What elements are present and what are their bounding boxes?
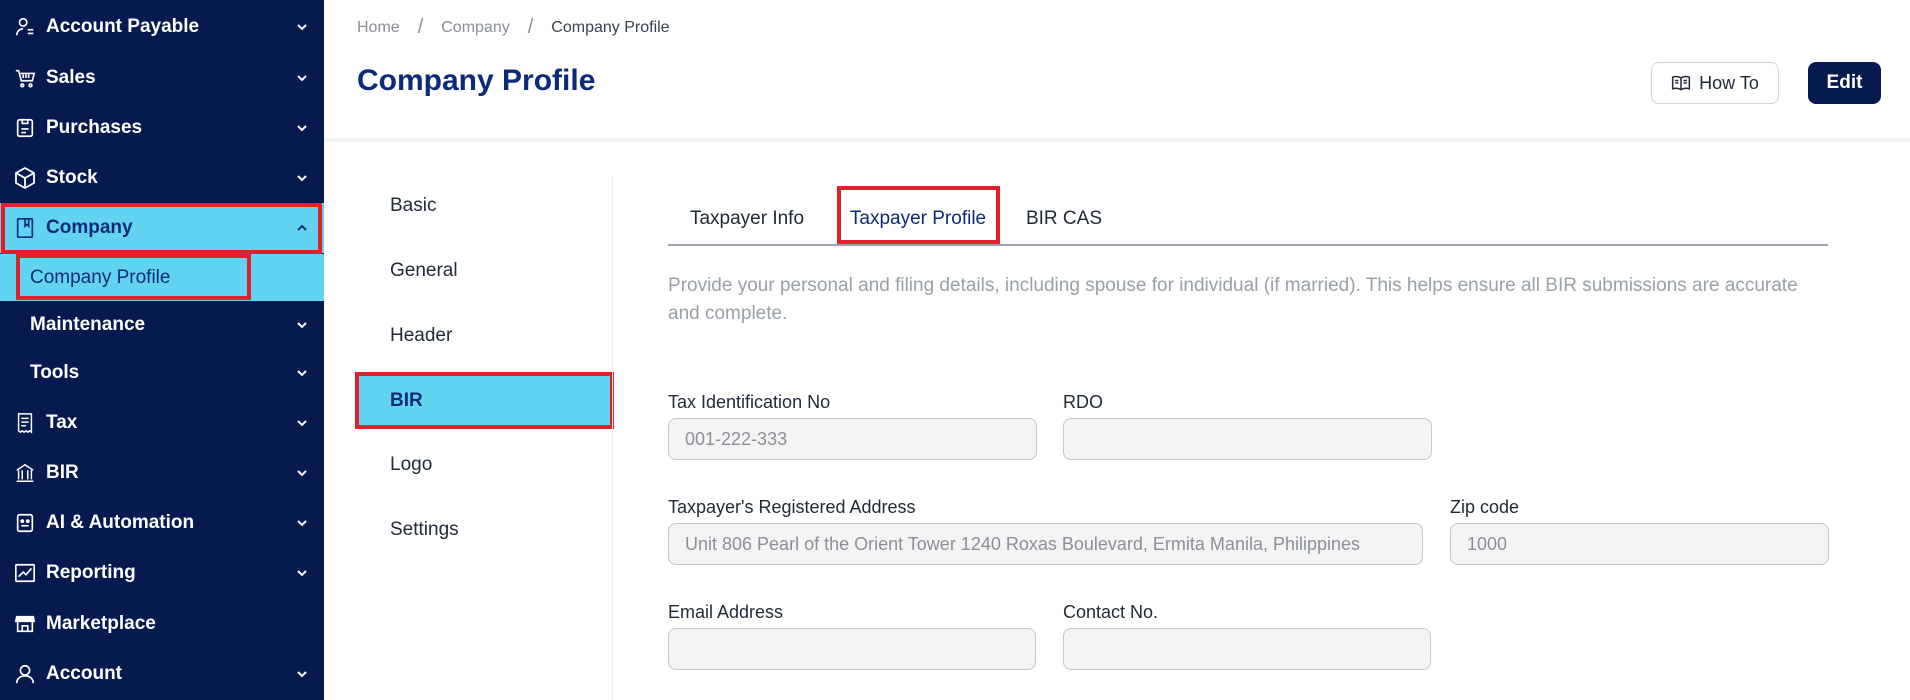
robot-icon xyxy=(12,510,38,536)
chevron-down-icon xyxy=(297,175,307,182)
sidebar-item-company[interactable]: Company xyxy=(0,203,324,253)
chevron-down-icon xyxy=(297,671,307,678)
sidebar-item-label: Account Payable xyxy=(46,16,200,37)
sidebar-item-purchases[interactable]: Purchases xyxy=(0,103,324,153)
sidebar-item-label: Maintenance xyxy=(30,314,146,335)
sidebar-item-label: Company xyxy=(46,217,133,238)
sidebar-item-label: Marketplace xyxy=(46,613,156,634)
sidebar-item-label: BIR xyxy=(46,462,79,483)
email-label: Email Address xyxy=(668,602,784,622)
breadcrumb-home[interactable]: Home xyxy=(357,19,400,37)
sidebar-item-label: Tax xyxy=(46,412,78,433)
sidebar-item-ai-automation[interactable]: AI & Automation xyxy=(0,498,324,548)
section-header[interactable]: Header xyxy=(356,310,612,362)
section-basic[interactable]: Basic xyxy=(356,180,612,232)
tab-taxpayer-info[interactable]: Taxpayer Info xyxy=(676,196,818,242)
sidebar-item-reporting[interactable]: Reporting xyxy=(0,548,324,598)
tin-field[interactable] xyxy=(668,418,1037,460)
edit-button[interactable]: Edit xyxy=(1808,62,1881,104)
contact-field[interactable] xyxy=(1063,628,1431,670)
rdo-label: RDO xyxy=(1063,392,1103,412)
cart-icon xyxy=(12,65,38,91)
breadcrumb-separator: / xyxy=(417,16,424,38)
sidebar-item-label: Tools xyxy=(30,362,80,383)
sidebar-item-account[interactable]: Account xyxy=(0,649,324,699)
clipboard-icon xyxy=(12,115,38,141)
chevron-down-icon xyxy=(297,125,307,132)
chevron-down-icon xyxy=(297,370,307,377)
sidebar-item-label: Account xyxy=(46,663,122,684)
sidebar-item-tax[interactable]: Tax xyxy=(0,398,324,448)
zip-field[interactable] xyxy=(1450,523,1829,565)
tax-receipt-icon xyxy=(12,410,38,436)
chevron-down-icon xyxy=(297,75,307,82)
breadcrumb: Home / Company / Company Profile xyxy=(357,16,670,39)
book-icon xyxy=(1672,75,1691,91)
section-nav-divider xyxy=(612,176,613,700)
breadcrumb-current: Company Profile xyxy=(551,18,670,36)
how-to-button[interactable]: How To xyxy=(1651,62,1779,104)
email-field[interactable] xyxy=(668,628,1036,670)
sidebar-item-label: Sales xyxy=(46,67,96,88)
chevron-up-icon xyxy=(297,224,307,231)
sidebar-item-maintenance[interactable]: Maintenance xyxy=(0,300,324,350)
section-general[interactable]: General xyxy=(356,245,612,297)
tabs-underline xyxy=(668,244,1828,246)
user-icon xyxy=(12,661,38,687)
sidebar-item-company-profile[interactable]: Company Profile xyxy=(0,254,324,301)
section-settings[interactable]: Settings xyxy=(356,504,612,556)
zip-label: Zip code xyxy=(1450,497,1520,517)
chevron-down-icon xyxy=(297,322,307,329)
chevron-down-icon xyxy=(297,470,307,477)
sidebar-item-label: Purchases xyxy=(46,117,143,138)
tab-taxpayer-profile[interactable]: Taxpayer Profile xyxy=(842,196,994,242)
store-icon xyxy=(12,611,38,637)
sidebar-item-sales[interactable]: Sales xyxy=(0,53,324,103)
user-cash-icon xyxy=(12,14,38,40)
building-icon xyxy=(12,460,38,486)
box-icon xyxy=(12,165,38,191)
sidebar-item-tools[interactable]: Tools xyxy=(0,348,324,398)
tab-bir-cas[interactable]: BIR CAS xyxy=(1022,196,1106,242)
how-to-label: How To xyxy=(1699,72,1759,93)
sidebar-item-marketplace[interactable]: Marketplace xyxy=(0,599,324,649)
tin-label: Tax Identification No xyxy=(668,392,831,412)
header-divider xyxy=(324,138,1910,142)
sidebar-item-stock[interactable]: Stock xyxy=(0,153,324,203)
chevron-down-icon xyxy=(297,420,307,427)
sidebar-item-label: Reporting xyxy=(46,562,136,583)
chevron-down-icon xyxy=(297,24,307,31)
rdo-field[interactable] xyxy=(1063,418,1432,460)
section-bir[interactable]: BIR xyxy=(356,375,612,427)
address-label: Taxpayer's Registered Address xyxy=(668,497,916,517)
chevron-down-icon xyxy=(297,520,307,527)
sidebar-item-label: Stock xyxy=(46,167,98,188)
address-field[interactable] xyxy=(668,523,1423,565)
breadcrumb-separator: / xyxy=(527,16,534,38)
sidebar-item-account-payable[interactable]: Account Payable xyxy=(0,2,324,52)
sidebar-item-label: AI & Automation xyxy=(46,512,195,533)
chevron-down-icon xyxy=(297,570,307,577)
bookmark-icon xyxy=(12,215,38,241)
section-description: Provide your personal and filing details… xyxy=(668,275,1798,324)
breadcrumb-company[interactable]: Company xyxy=(441,19,509,37)
sidebar: Account Payable Sales Purchases Stock Co… xyxy=(0,0,324,700)
contact-label: Contact No. xyxy=(1063,602,1159,622)
section-logo[interactable]: Logo xyxy=(356,439,612,491)
sidebar-item-label: Company Profile xyxy=(30,266,171,288)
page-title: Company Profile xyxy=(357,64,596,97)
sidebar-item-bir[interactable]: BIR xyxy=(0,448,324,498)
chart-line-icon xyxy=(12,560,38,586)
